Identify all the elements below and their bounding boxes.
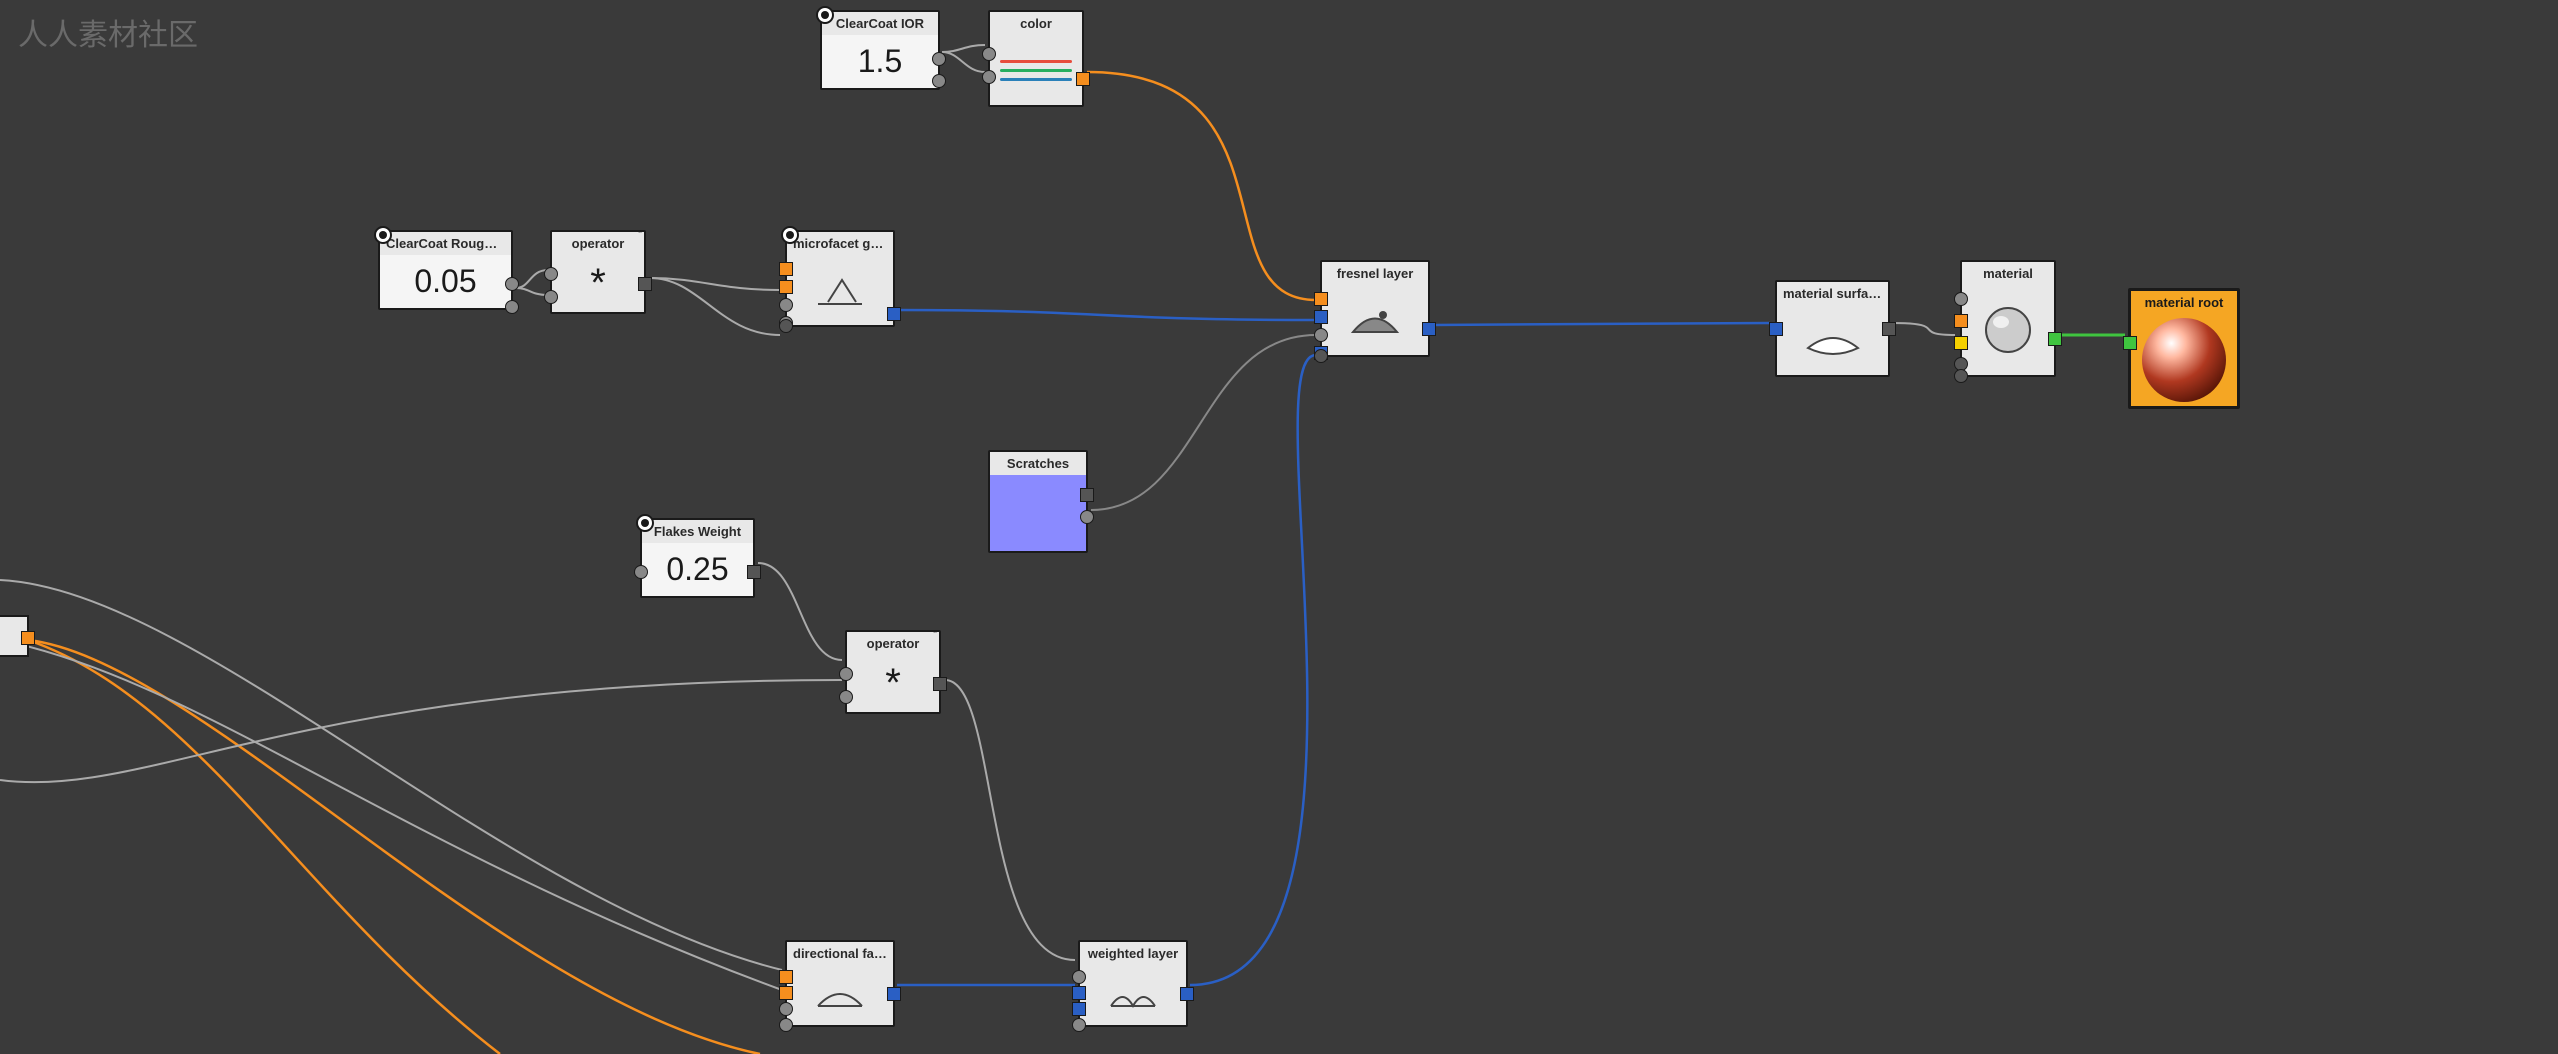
node-title: operator* — [552, 232, 644, 255]
fresnel-icon — [1322, 285, 1428, 355]
material-preview-sphere — [2142, 318, 2226, 402]
node-title: material — [1962, 262, 2054, 285]
node-title: directional factor — [787, 942, 893, 965]
node-badge-icon — [374, 226, 392, 244]
node-badge-icon — [636, 514, 654, 532]
node-graph-canvas[interactable]: 人人素材社区 ClearCoat IOR 1.5 color ClearCoat… — [0, 0, 2558, 1054]
node-value[interactable]: 0.05 — [380, 255, 511, 308]
node-title: operator* — [847, 632, 939, 655]
node-title: color — [990, 12, 1082, 35]
node-title: Flakes Weight — [642, 520, 753, 543]
node-title: microfacet ggx sm... — [787, 232, 893, 255]
operator-symbol: * — [552, 255, 644, 312]
node-fresnel-layer[interactable]: fresnel layer — [1320, 260, 1430, 357]
node-flakes-weight[interactable]: Flakes Weight 0.25 — [640, 518, 755, 598]
node-material[interactable]: material — [1960, 260, 2056, 377]
color-preview — [990, 35, 1082, 105]
node-title: material surface — [1777, 282, 1888, 305]
node-clearcoat-ior[interactable]: ClearCoat IOR 1.5 — [820, 10, 940, 90]
directional-icon — [787, 965, 893, 1025]
node-color[interactable]: color — [988, 10, 1084, 107]
node-weighted-layer[interactable]: weighted layer — [1078, 940, 1188, 1027]
node-material-surface[interactable]: material surface — [1775, 280, 1890, 377]
operator-symbol: * — [847, 655, 939, 712]
node-value[interactable]: 0.25 — [642, 543, 753, 596]
surface-icon — [1777, 305, 1888, 375]
microfacet-icon — [787, 255, 893, 325]
node-operator-1[interactable]: operator* * — [550, 230, 646, 314]
watermark-text: 人人素材社区 — [18, 10, 198, 54]
node-value[interactable]: 1.5 — [822, 35, 938, 88]
material-sphere-icon — [1962, 285, 2054, 375]
node-title: ClearCoat Roughn... — [380, 232, 511, 255]
node-badge-icon — [781, 226, 799, 244]
node-material-root[interactable]: material root — [2128, 288, 2240, 409]
node-directional-factor[interactable]: directional factor — [785, 940, 895, 1027]
weighted-icon — [1080, 965, 1186, 1025]
node-title: fresnel layer — [1322, 262, 1428, 285]
offscreen-node[interactable] — [0, 615, 29, 657]
node-title: weighted layer — [1080, 942, 1186, 965]
node-clearcoat-roughness[interactable]: ClearCoat Roughn... 0.05 — [378, 230, 513, 310]
connection-wires — [0, 0, 2558, 1054]
node-title: Scratches — [990, 452, 1086, 475]
scratches-preview — [990, 475, 1086, 551]
node-operator-2[interactable]: operator* * — [845, 630, 941, 714]
node-title: material root — [2131, 291, 2237, 314]
node-title: ClearCoat IOR — [822, 12, 938, 35]
node-scratches[interactable]: Scratches — [988, 450, 1088, 553]
node-microfacet[interactable]: microfacet ggx sm... — [785, 230, 895, 327]
node-badge-icon — [816, 6, 834, 24]
